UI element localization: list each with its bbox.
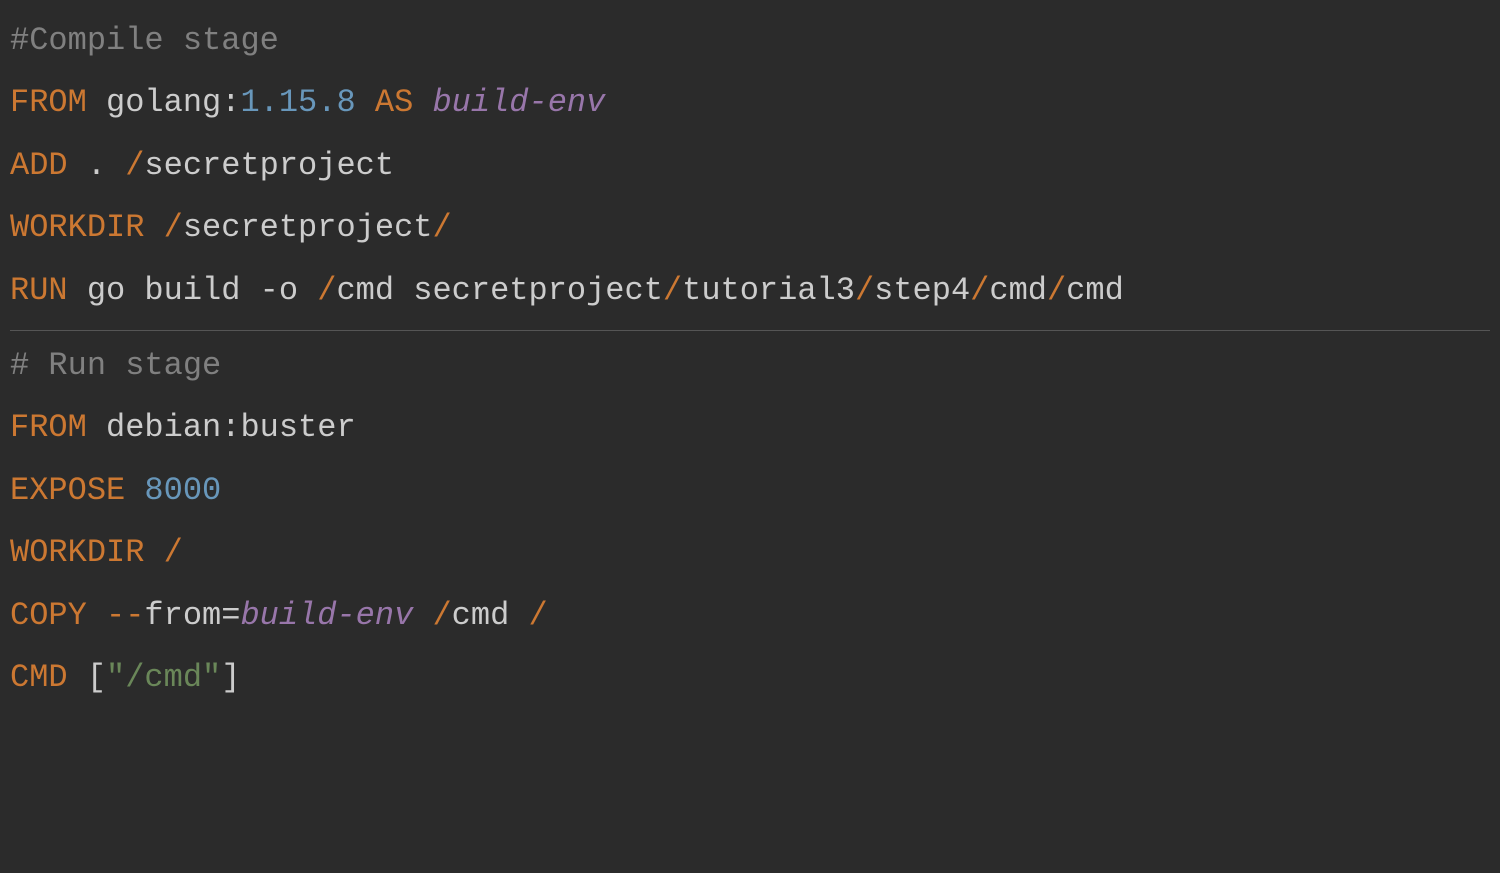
colon: : xyxy=(221,84,240,121)
copy-from: from= xyxy=(144,597,240,634)
comment-run-stage: # Run stage xyxy=(10,347,221,384)
stage-separator xyxy=(10,330,1490,331)
image-name: golang xyxy=(87,84,221,121)
slash: / xyxy=(432,209,451,246)
dockerfile-code: #Compile stage FROM golang:1.15.8 AS bui… xyxy=(10,10,1490,322)
slash: / xyxy=(1047,272,1066,309)
dockerfile-code: # Run stage FROM debian:buster EXPOSE 80… xyxy=(10,335,1490,709)
space xyxy=(125,472,144,509)
copy-path: cmd xyxy=(452,597,529,634)
image-tag: buster xyxy=(240,409,355,446)
slash: / xyxy=(970,272,989,309)
slash: / xyxy=(432,597,451,634)
dash: -- xyxy=(106,597,144,634)
comment-compile-stage: #Compile stage xyxy=(10,22,279,59)
bracket-close: ] xyxy=(221,659,240,696)
workdir-keyword: WORKDIR xyxy=(10,209,144,246)
space xyxy=(413,597,432,634)
workdir-path: secretproject xyxy=(183,209,433,246)
as-keyword: AS xyxy=(356,84,433,121)
workdir-keyword: WORKDIR xyxy=(10,534,144,571)
add-args: . xyxy=(68,147,126,184)
run-path: cmd secretproject xyxy=(336,272,662,309)
run-path: step4 xyxy=(874,272,970,309)
run-path: tutorial3 xyxy=(682,272,855,309)
image-version: 1.15.8 xyxy=(240,84,355,121)
space xyxy=(144,209,163,246)
from-keyword: FROM xyxy=(10,409,87,446)
add-keyword: ADD xyxy=(10,147,68,184)
add-path: secretproject xyxy=(144,147,394,184)
expose-port: 8000 xyxy=(144,472,221,509)
from-keyword: FROM xyxy=(10,84,87,121)
slash: / xyxy=(164,534,183,571)
run-path: cmd xyxy=(1066,272,1124,309)
slash: / xyxy=(663,272,682,309)
space xyxy=(68,659,87,696)
run-keyword: RUN xyxy=(10,272,68,309)
slash: / xyxy=(855,272,874,309)
copy-alias: build-env xyxy=(240,597,413,634)
run-path: cmd xyxy=(989,272,1047,309)
expose-keyword: EXPOSE xyxy=(10,472,125,509)
slash: / xyxy=(164,209,183,246)
image-name: debian xyxy=(87,409,221,446)
slash: / xyxy=(317,272,336,309)
bracket-open: [ xyxy=(87,659,106,696)
space xyxy=(87,597,106,634)
build-alias: build-env xyxy=(432,84,605,121)
copy-keyword: COPY xyxy=(10,597,87,634)
run-args: go build -o xyxy=(68,272,318,309)
cmd-keyword: CMD xyxy=(10,659,68,696)
colon: : xyxy=(221,409,240,446)
slash: / xyxy=(528,597,547,634)
space xyxy=(144,534,163,571)
slash: / xyxy=(125,147,144,184)
cmd-string: "/cmd" xyxy=(106,659,221,696)
